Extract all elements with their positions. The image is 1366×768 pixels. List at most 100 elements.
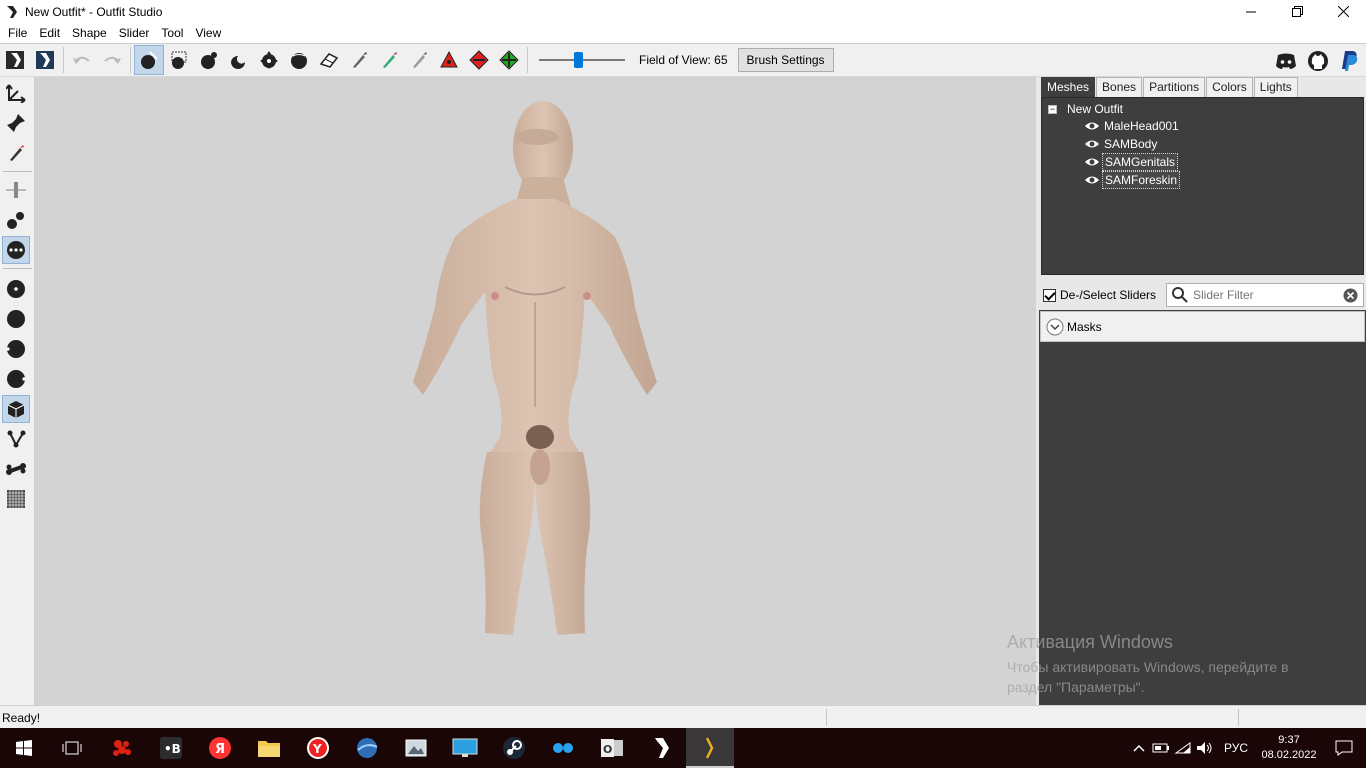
vk-icon[interactable]: •B	[147, 728, 195, 768]
collapse-vertex-icon[interactable]	[434, 45, 464, 75]
deselect-sliders-checkbox[interactable]	[1043, 288, 1056, 302]
toolbar-separator	[63, 47, 64, 73]
yandex-icon[interactable]: Я	[196, 728, 244, 768]
tab-colors[interactable]: Colors	[1206, 77, 1253, 97]
maximize-icon[interactable]	[1274, 0, 1320, 23]
search-icon	[1172, 287, 1188, 303]
discord-icon[interactable]	[1270, 46, 1302, 76]
mesh-item-sambody[interactable]: SAMBody	[1084, 135, 1159, 153]
cube-icon[interactable]	[2, 395, 30, 423]
toolbar-separator	[130, 47, 131, 73]
sphere-right-icon[interactable]	[2, 365, 30, 393]
clear-icon[interactable]	[1343, 288, 1358, 303]
undo-icon[interactable]	[67, 45, 97, 75]
bodyslide-icon[interactable]	[637, 728, 685, 768]
chevron-down-icon[interactable]	[1046, 318, 1064, 336]
language-indicator[interactable]: РУС	[1224, 741, 1248, 755]
menu-file[interactable]: File	[2, 23, 33, 43]
inflate-brush-icon[interactable]	[194, 45, 224, 75]
menu-shape[interactable]: Shape	[66, 23, 113, 43]
masks-group[interactable]: Masks	[1040, 311, 1365, 342]
flip-edge-icon[interactable]	[464, 45, 494, 75]
dot-icon[interactable]	[2, 275, 30, 303]
eye-icon[interactable]	[1084, 121, 1100, 131]
collapse-icon[interactable]: −	[1048, 104, 1057, 114]
deflate-brush-icon[interactable]	[224, 45, 254, 75]
github-icon[interactable]	[1302, 46, 1334, 76]
windows-start-icon[interactable]	[0, 728, 48, 768]
outfit-studio-icon[interactable]	[686, 728, 734, 768]
tree-root[interactable]: − New Outfit	[1048, 101, 1123, 117]
deselect-sliders-label: De-/Select Sliders	[1060, 288, 1157, 302]
undiff-brush-icon[interactable]	[314, 45, 344, 75]
tab-bones[interactable]: Bones	[1096, 77, 1143, 97]
select-brush-icon[interactable]	[134, 45, 164, 75]
sphere-icon[interactable]	[2, 305, 30, 333]
menu-tool[interactable]: Tool	[155, 23, 189, 43]
mesh-item-malehead001[interactable]: MaleHead001	[1084, 117, 1181, 135]
masks-label: Masks	[1067, 319, 1102, 334]
alpha-brush-icon[interactable]	[404, 45, 434, 75]
segment-icon[interactable]	[2, 206, 30, 234]
clock[interactable]: 9:37 08.02.2022	[1256, 733, 1322, 763]
toolbar-separator	[527, 47, 528, 73]
desktop-icon[interactable]	[441, 728, 489, 768]
bone-connect-icon[interactable]	[2, 425, 30, 453]
mask-brush-icon[interactable]	[164, 45, 194, 75]
tab-meshes[interactable]: Meshes	[1041, 77, 1096, 97]
bone-icon[interactable]	[2, 455, 30, 483]
mesh-item-samgenitals[interactable]: SAMGenitals	[1084, 153, 1179, 171]
split-edge-icon[interactable]	[494, 45, 524, 75]
tab-lights[interactable]: Lights	[1253, 77, 1298, 97]
move-brush-icon[interactable]	[254, 45, 284, 75]
app-blue-icon[interactable]	[539, 728, 587, 768]
field-of-view-slider[interactable]	[539, 50, 625, 70]
sphere-left-icon[interactable]	[2, 335, 30, 363]
outfit-studio-icon[interactable]	[0, 45, 30, 75]
bodyslide-icon[interactable]	[30, 45, 60, 75]
chevron-up-icon[interactable]	[1128, 728, 1150, 768]
app-red-icon[interactable]	[98, 728, 146, 768]
paypal-icon[interactable]	[1334, 46, 1366, 76]
redo-icon[interactable]	[97, 45, 127, 75]
battery-icon[interactable]	[1150, 728, 1172, 768]
minimize-icon[interactable]	[1228, 0, 1274, 23]
3d-viewport[interactable]	[35, 77, 1036, 705]
pencil-icon[interactable]	[2, 139, 30, 167]
brush-settings-button[interactable]: Brush Settings	[737, 48, 834, 72]
vertex-select-icon[interactable]	[2, 176, 30, 204]
menu-slider[interactable]: Slider	[113, 23, 156, 43]
browser-globe-icon[interactable]	[343, 728, 391, 768]
smooth-brush-icon[interactable]	[284, 45, 314, 75]
menu-edit[interactable]: Edit	[33, 23, 66, 43]
tab-partitions[interactable]: Partitions	[1143, 77, 1206, 97]
transform-icon[interactable]	[2, 79, 30, 107]
file-explorer-icon[interactable]	[245, 728, 293, 768]
wifi-icon[interactable]	[1172, 728, 1194, 768]
menu-bar: File Edit Shape Slider Tool View	[0, 23, 1366, 43]
pivot-icon[interactable]	[2, 109, 30, 137]
volume-icon[interactable]	[1194, 728, 1216, 768]
color-brush-icon[interactable]	[374, 45, 404, 75]
mesh-item-samforeskin[interactable]: SAMForeskin	[1084, 171, 1181, 189]
slider-filter-input[interactable]	[1193, 288, 1333, 302]
points-icon[interactable]	[2, 236, 30, 264]
eye-icon[interactable]	[1084, 175, 1100, 185]
steam-icon[interactable]	[490, 728, 538, 768]
weight-brush-icon[interactable]	[344, 45, 374, 75]
task-view-icon[interactable]	[48, 728, 96, 768]
menu-view[interactable]: View	[189, 23, 227, 43]
status-bar: Ready!	[0, 705, 1366, 728]
slider-thumb[interactable]	[574, 52, 583, 68]
outlook-icon[interactable]: O	[588, 728, 636, 768]
image-viewer-icon[interactable]	[392, 728, 440, 768]
yandex-browser-icon[interactable]: Y	[294, 728, 342, 768]
window-title: New Outfit* - Outfit Studio	[25, 4, 163, 19]
eye-icon[interactable]	[1084, 139, 1100, 149]
close-icon[interactable]	[1320, 0, 1366, 23]
eye-icon[interactable]	[1084, 157, 1100, 167]
svg-text:Я: Я	[215, 742, 225, 757]
notifications-icon[interactable]	[1322, 728, 1366, 768]
grid-icon[interactable]	[2, 485, 30, 513]
clock-date: 08.02.2022	[1261, 749, 1317, 761]
